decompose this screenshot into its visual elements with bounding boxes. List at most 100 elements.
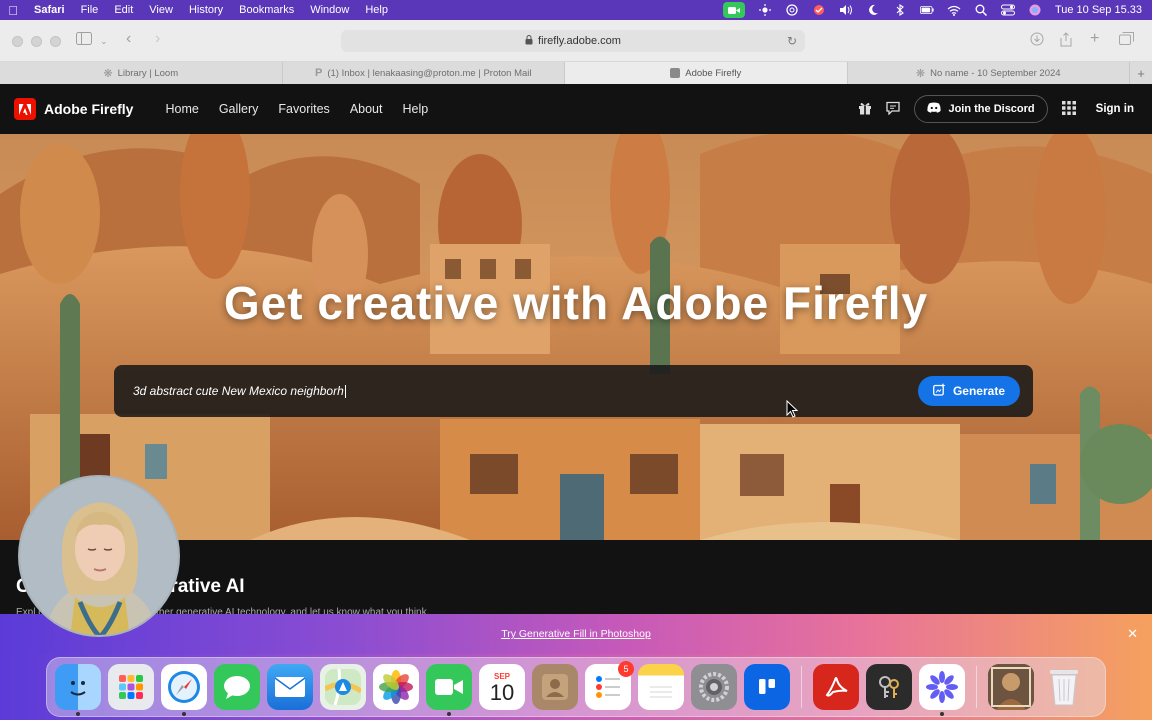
nav-about[interactable]: About xyxy=(340,102,393,116)
tab-proton-mail[interactable]: P (1) Inbox | lenakaasing@proton.me | Pr… xyxy=(283,62,565,84)
tab-label: Library | Loom xyxy=(117,67,179,79)
menu-view[interactable]: View xyxy=(141,4,181,16)
menu-history[interactable]: History xyxy=(181,4,231,16)
maps-icon[interactable] xyxy=(320,664,366,710)
lock-icon xyxy=(525,35,533,47)
promo-banner: Try Generative Fill in Photoshop ✕ xyxy=(0,614,1152,654)
new-tab-icon[interactable]: + xyxy=(1090,30,1099,48)
proton-favicon-icon: P xyxy=(315,67,323,79)
discord-label: Join the Discord xyxy=(948,103,1035,115)
safari-icon[interactable] xyxy=(161,664,207,716)
messages-icon[interactable] xyxy=(214,664,260,710)
running-indicator xyxy=(940,712,944,716)
reload-icon[interactable]: ↻ xyxy=(787,34,797,48)
nav-gallery[interactable]: Gallery xyxy=(209,102,269,116)
firefly-logo[interactable]: Adobe Firefly xyxy=(14,98,133,120)
volume-icon[interactable] xyxy=(839,4,853,16)
join-discord-button[interactable]: Join the Discord xyxy=(914,95,1048,123)
running-indicator xyxy=(182,712,186,716)
menubar-clock[interactable]: Tue 10 Sep 15.33 xyxy=(1055,4,1142,16)
gift-icon[interactable] xyxy=(858,101,872,118)
notes-icon[interactable] xyxy=(638,664,684,710)
menu-bookmarks[interactable]: Bookmarks xyxy=(231,4,302,16)
tab-adobe-firefly[interactable]: Adobe Firefly xyxy=(565,62,848,84)
menu-help[interactable]: Help xyxy=(357,4,396,16)
photos-icon[interactable] xyxy=(373,664,419,710)
tab-bar: ❋ Library | Loom P (1) Inbox | lenakaasi… xyxy=(0,62,1152,84)
brand-name: Adobe Firefly xyxy=(44,101,134,117)
calendar-icon[interactable]: SEP 10 xyxy=(479,664,525,710)
mail-icon[interactable] xyxy=(267,664,313,710)
back-icon[interactable]: ‹ xyxy=(126,30,131,48)
menu-bar:  Safari File Edit View History Bookmark… xyxy=(0,0,1152,20)
menu-edit[interactable]: Edit xyxy=(106,4,141,16)
main-nav: Home Gallery Favorites About Help xyxy=(155,102,438,116)
prompt-text[interactable]: 3d abstract cute New Mexico neighborh xyxy=(133,383,346,399)
browser-toolbar: ⌄ ‹ › firefly.adobe.com ↻ + xyxy=(0,20,1152,62)
zoom-window-button[interactable] xyxy=(50,36,61,47)
apple-icon[interactable]:  xyxy=(0,3,26,18)
feedback-icon[interactable] xyxy=(886,101,901,118)
close-icon[interactable]: ✕ xyxy=(1127,626,1138,642)
url-text: firefly.adobe.com xyxy=(538,35,621,47)
spotlight-search-icon[interactable] xyxy=(974,4,988,16)
menu-window[interactable]: Window xyxy=(302,4,357,16)
downloads-stack-icon[interactable] xyxy=(988,664,1034,710)
photoshop-promo-link[interactable]: Try Generative Fill in Photoshop xyxy=(501,628,651,640)
menu-app-name[interactable]: Safari xyxy=(26,4,73,16)
launchpad-icon[interactable] xyxy=(108,664,154,710)
tab-loom-recording[interactable]: ❋ No name - 10 September 2024 xyxy=(848,62,1130,84)
loom-favicon-icon: ❋ xyxy=(103,67,113,80)
tab-overview-icon[interactable] xyxy=(1119,32,1134,48)
vpn-icon[interactable] xyxy=(812,4,826,16)
menu-file[interactable]: File xyxy=(73,4,107,16)
screen-recording-icon[interactable] xyxy=(722,2,745,18)
prompt-input[interactable]: 3d abstract cute New Mexico neighborh Ge… xyxy=(114,365,1033,417)
reminders-icon[interactable]: 5 xyxy=(585,661,634,710)
tab-label: (1) Inbox | lenakaasing@proton.me | Prot… xyxy=(327,67,532,79)
trello-icon[interactable] xyxy=(744,664,790,710)
loom-icon[interactable] xyxy=(919,664,965,716)
hero-banner: Get creative with Adobe Firefly 3d abstr… xyxy=(0,134,1152,540)
siri-icon[interactable] xyxy=(1028,4,1042,16)
finder-icon[interactable] xyxy=(55,664,101,716)
apps-grid-icon[interactable] xyxy=(1061,100,1076,118)
running-indicator xyxy=(76,712,80,716)
nav-favorites[interactable]: Favorites xyxy=(268,102,339,116)
minimize-window-button[interactable] xyxy=(31,36,42,47)
prompt-value: 3d abstract cute New Mexico neighborh xyxy=(133,383,344,398)
mouse-pointer-icon xyxy=(786,400,798,418)
system-settings-icon[interactable] xyxy=(691,664,737,710)
facetime-icon[interactable] xyxy=(426,664,472,716)
control-center-icon[interactable] xyxy=(1000,4,1015,16)
hero-background-image xyxy=(0,134,1152,540)
nav-help[interactable]: Help xyxy=(392,102,438,116)
contacts-icon[interactable] xyxy=(532,664,578,710)
presenter-video-image xyxy=(20,477,178,635)
chatgpt-icon[interactable] xyxy=(785,4,799,16)
wifi-icon[interactable] xyxy=(947,4,961,16)
window-controls xyxy=(12,36,61,47)
tab-loom[interactable]: ❋ Library | Loom xyxy=(0,62,283,84)
sign-in-button[interactable]: Sign in xyxy=(1096,103,1134,115)
nav-home[interactable]: Home xyxy=(155,102,208,116)
forward-icon[interactable]: › xyxy=(155,30,160,48)
acrobat-icon[interactable] xyxy=(813,664,859,710)
trash-icon[interactable] xyxy=(1041,664,1087,710)
keychain-access-icon[interactable] xyxy=(866,664,912,710)
battery-icon[interactable] xyxy=(919,4,934,16)
dark-mode-icon[interactable] xyxy=(866,4,880,16)
close-window-button[interactable] xyxy=(12,36,23,47)
sidebar-toggle-icon[interactable] xyxy=(76,32,92,48)
discord-icon xyxy=(927,102,942,116)
brightness-icon[interactable] xyxy=(758,4,772,16)
share-icon[interactable] xyxy=(1060,32,1072,50)
webcam-overlay[interactable] xyxy=(18,475,180,637)
address-bar[interactable]: firefly.adobe.com ↻ xyxy=(341,30,805,52)
generate-button[interactable]: Generate xyxy=(917,376,1020,406)
bluetooth-icon[interactable] xyxy=(893,4,907,16)
generate-label: Generate xyxy=(952,384,1005,398)
downloads-icon[interactable] xyxy=(1030,32,1044,49)
chevron-down-icon[interactable]: ⌄ xyxy=(100,36,108,47)
add-tab-button[interactable]: + xyxy=(1130,62,1152,84)
